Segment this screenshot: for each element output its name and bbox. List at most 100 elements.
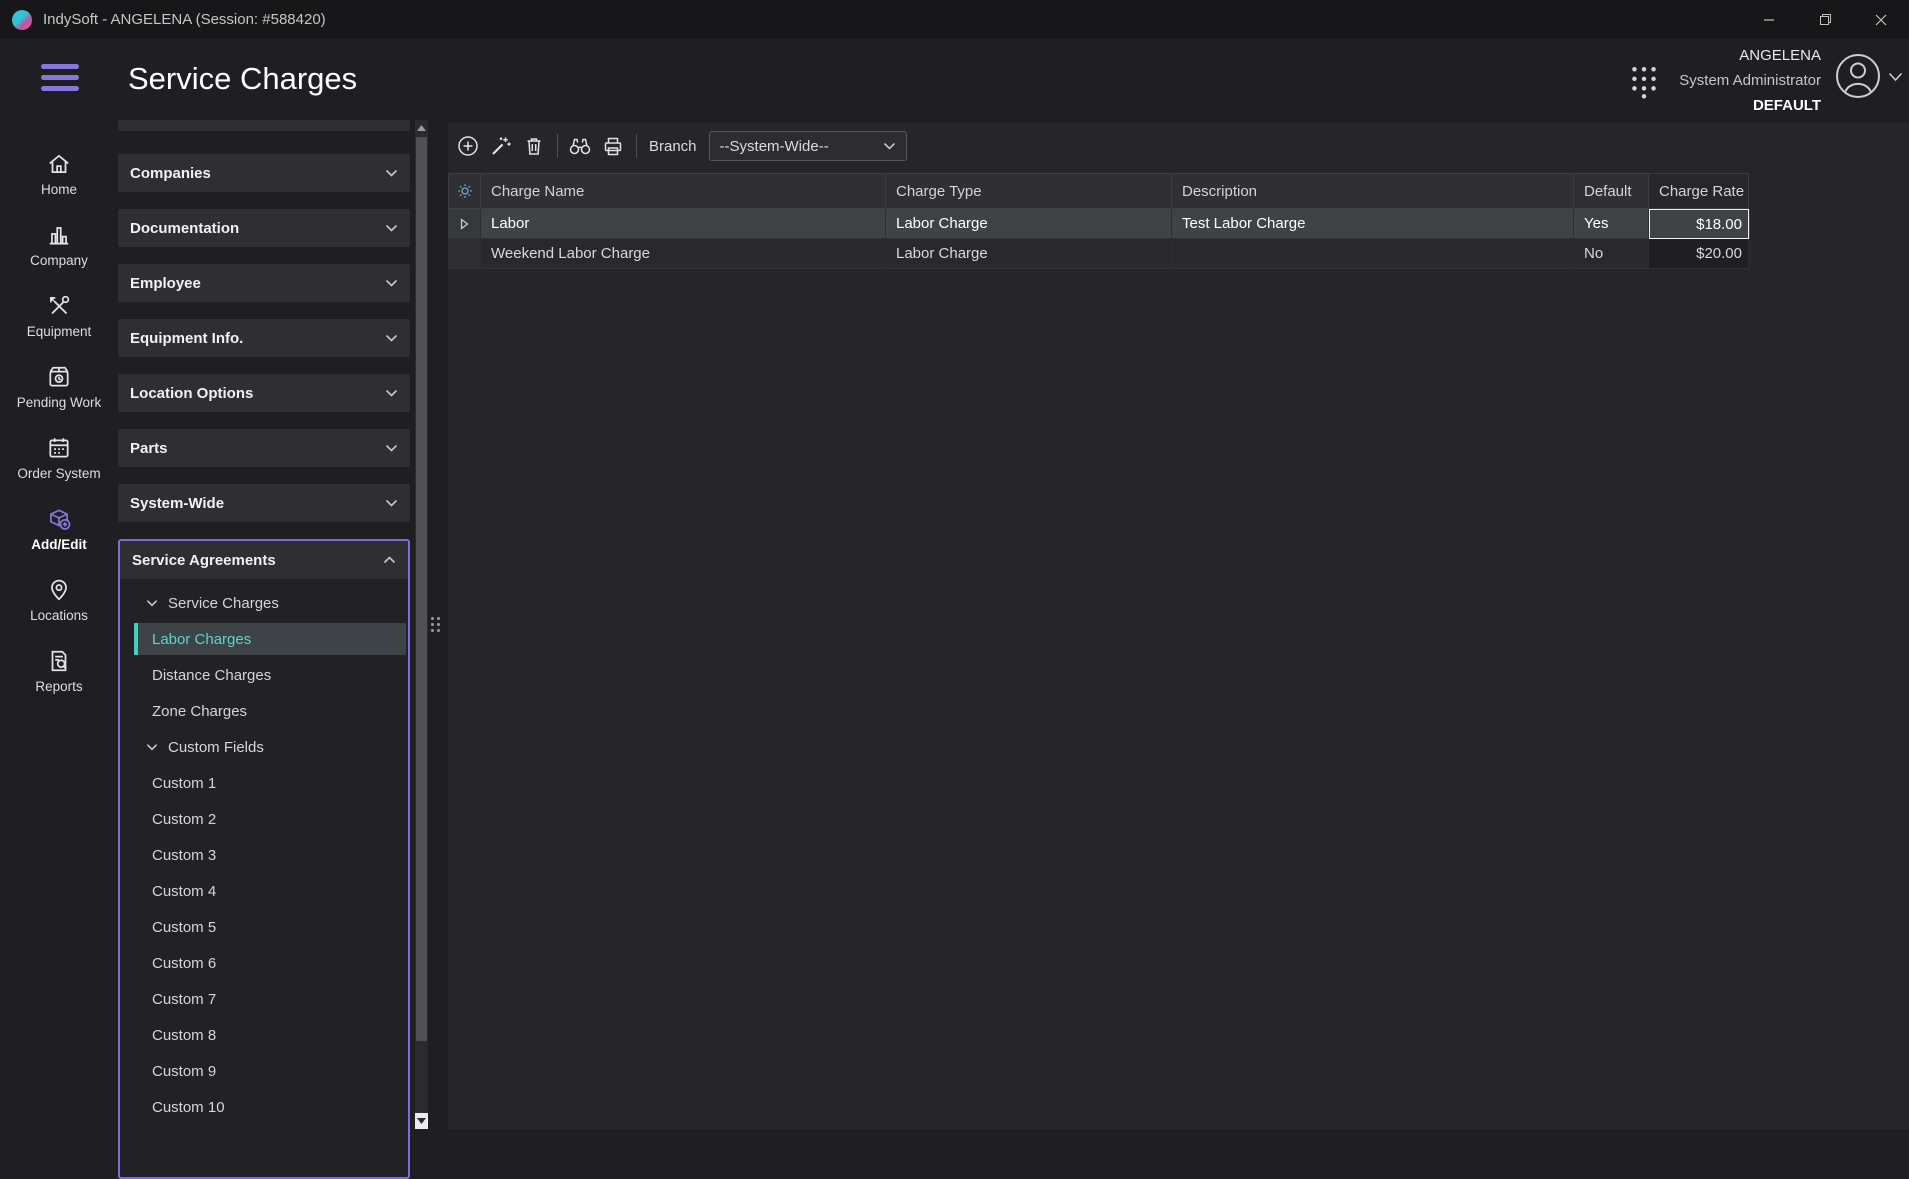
- sidebar-section-equipment-info[interactable]: Equipment Info.: [118, 319, 410, 357]
- nav-label: Add/Edit: [31, 537, 87, 552]
- printer-icon: [602, 135, 624, 157]
- tree-item-custom-3[interactable]: Custom 3: [120, 837, 408, 873]
- delete-button[interactable]: [522, 134, 546, 158]
- minimize-icon: [1763, 14, 1775, 26]
- close-button[interactable]: [1853, 0, 1909, 39]
- cell-charge-name[interactable]: Weekend Labor Charge: [481, 239, 886, 269]
- tree-item-custom-5[interactable]: Custom 5: [120, 909, 408, 945]
- sidebar-section-parts[interactable]: Parts: [118, 429, 410, 467]
- grid-header-row: Charge Name Charge Type Description Defa…: [448, 173, 1750, 209]
- find-button[interactable]: [568, 134, 592, 158]
- panel-splitter-handle[interactable]: [431, 617, 442, 632]
- sidebar-section-employee[interactable]: Employee: [118, 264, 410, 302]
- col-header-default[interactable]: Default: [1574, 173, 1649, 209]
- tree-item-custom-2[interactable]: Custom 2: [120, 801, 408, 837]
- chevron-up-icon: [383, 556, 396, 564]
- apps-grid-icon[interactable]: [1629, 65, 1659, 99]
- nav-item-equipment[interactable]: Equipment: [0, 280, 118, 351]
- chevron-down-icon: [146, 743, 158, 751]
- tree-item-custom-8[interactable]: Custom 8: [120, 1017, 408, 1053]
- scrollbar-thumb[interactable]: [416, 137, 427, 1041]
- table-row[interactable]: Labor Labor Charge Test Labor Charge Yes…: [448, 209, 1750, 239]
- section-label: System-Wide: [130, 495, 224, 512]
- nav-label: Order System: [17, 466, 100, 481]
- nav-label: Equipment: [27, 324, 92, 339]
- tree-item-zone-charges[interactable]: Zone Charges: [120, 693, 408, 729]
- window-controls: [1741, 0, 1909, 39]
- sidebar-section-companies[interactable]: Companies: [118, 154, 410, 192]
- service-agreements-expanded-panel: Service Agreements Service Charges Labor…: [118, 539, 410, 1179]
- table-row[interactable]: Weekend Labor Charge Labor Charge No $20…: [448, 239, 1750, 269]
- tree-item-custom-9[interactable]: Custom 9: [120, 1053, 408, 1089]
- section-label: Service Agreements: [132, 552, 276, 569]
- tree-item-custom-4[interactable]: Custom 4: [120, 873, 408, 909]
- nav-item-order-system[interactable]: Order System: [0, 422, 118, 493]
- col-header-charge-name[interactable]: Charge Name: [481, 173, 886, 209]
- nav-item-add-edit[interactable]: Add/Edit: [0, 493, 118, 564]
- nav-label: Pending Work: [17, 395, 102, 410]
- tree-item-custom-6[interactable]: Custom 6: [120, 945, 408, 981]
- cell-default[interactable]: Yes: [1574, 209, 1649, 239]
- sun-icon: [457, 183, 473, 199]
- row-header-cell[interactable]: [448, 239, 481, 269]
- nav-item-pending-work[interactable]: Pending Work: [0, 351, 118, 422]
- col-header-description[interactable]: Description: [1172, 173, 1574, 209]
- section-label: Parts: [130, 440, 168, 457]
- sidebar-section-documentation[interactable]: Documentation: [118, 209, 410, 247]
- sidebar-scrollbar[interactable]: [415, 120, 428, 1129]
- col-header-charge-type[interactable]: Charge Type: [886, 173, 1172, 209]
- grid-settings-icon[interactable]: [448, 173, 481, 209]
- tree-label: Custom 6: [152, 955, 216, 972]
- tree-item-distance-charges[interactable]: Distance Charges: [120, 657, 408, 693]
- tree-label: Distance Charges: [152, 667, 271, 684]
- print-button[interactable]: [601, 134, 625, 158]
- toolbar-separator: [636, 134, 637, 158]
- section-label: Companies: [130, 165, 211, 182]
- cell-charge-type[interactable]: Labor Charge: [886, 239, 1172, 269]
- sidebar-section-system-wide[interactable]: System-Wide: [118, 484, 410, 522]
- section-label: Documentation: [130, 220, 239, 237]
- sidebar-section-service-agreements[interactable]: Service Agreements: [120, 541, 408, 579]
- sidebar-section-attributes[interactable]: Attributes: [118, 120, 410, 131]
- cell-description[interactable]: [1172, 239, 1574, 269]
- restore-button[interactable]: [1797, 0, 1853, 39]
- scroll-down-arrow-icon[interactable]: [415, 1113, 428, 1129]
- indysoft-logo-icon: [12, 10, 32, 30]
- page-title: Service Charges: [128, 61, 357, 97]
- chevron-down-icon: [385, 499, 398, 507]
- order-system-icon: [46, 435, 72, 461]
- tree-item-custom-7[interactable]: Custom 7: [120, 981, 408, 1017]
- equipment-icon: [46, 293, 72, 319]
- edit-button[interactable]: [489, 134, 513, 158]
- tree-item-custom-1[interactable]: Custom 1: [120, 765, 408, 801]
- user-role: System Administrator: [1679, 68, 1821, 93]
- nav-item-company[interactable]: Company: [0, 209, 118, 280]
- nav-item-reports[interactable]: Reports: [0, 635, 118, 706]
- col-header-charge-rate[interactable]: Charge Rate: [1649, 173, 1749, 209]
- row-expander[interactable]: [448, 209, 481, 239]
- sidebar-section-location-options[interactable]: Location Options: [118, 374, 410, 412]
- tree-label: Custom Fields: [168, 739, 264, 756]
- cell-default[interactable]: No: [1574, 239, 1649, 269]
- nav-item-home[interactable]: Home: [0, 138, 118, 209]
- tree-group-service-charges[interactable]: Service Charges: [120, 585, 408, 621]
- tree-item-custom-10[interactable]: Custom 10: [120, 1089, 408, 1125]
- minimize-button[interactable]: [1741, 0, 1797, 39]
- tree-group-custom-fields[interactable]: Custom Fields: [120, 729, 408, 765]
- cell-description[interactable]: Test Labor Charge: [1172, 209, 1574, 239]
- branch-select[interactable]: --System-Wide--: [709, 131, 907, 161]
- user-menu-chevron-icon[interactable]: [1888, 72, 1903, 82]
- scroll-up-arrow-icon[interactable]: [415, 120, 428, 136]
- cell-charge-rate[interactable]: $20.00: [1649, 239, 1749, 269]
- menu-button[interactable]: [41, 64, 79, 97]
- cell-charge-rate-focused[interactable]: $18.00: [1649, 209, 1749, 239]
- cell-charge-name[interactable]: Labor: [481, 209, 886, 239]
- tree-label: Custom 7: [152, 991, 216, 1008]
- avatar[interactable]: [1835, 53, 1881, 99]
- tree-label: Service Charges: [168, 595, 279, 612]
- cell-charge-type[interactable]: Labor Charge: [886, 209, 1172, 239]
- nav-label: Locations: [30, 608, 88, 623]
- add-button[interactable]: [456, 134, 480, 158]
- nav-item-locations[interactable]: Locations: [0, 564, 118, 635]
- tree-item-labor-charges[interactable]: Labor Charges: [134, 623, 406, 655]
